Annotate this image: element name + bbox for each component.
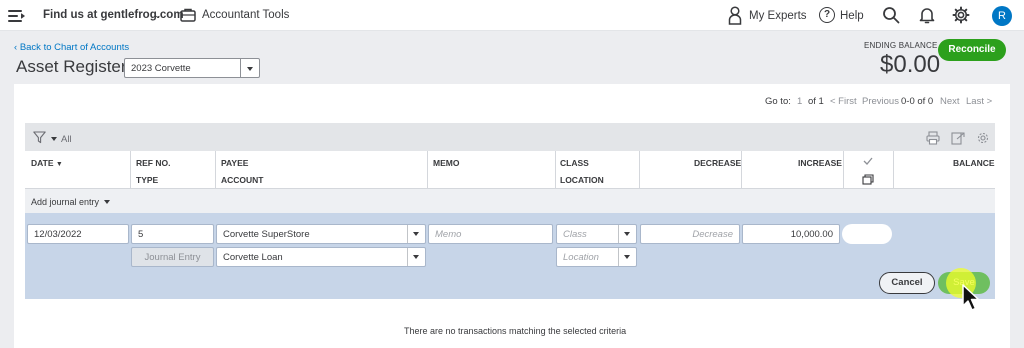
- pager-goto-label: Go to:: [765, 96, 791, 107]
- bell-icon[interactable]: [918, 6, 936, 24]
- page-title: Asset Register: [16, 57, 127, 76]
- reconcile-button[interactable]: Reconcile: [938, 39, 1006, 61]
- top-bar: Find us at gentlefrog.com ⌄ Accountant T…: [0, 0, 1024, 31]
- class-select[interactable]: Class: [556, 224, 637, 244]
- accountant-tools-link[interactable]: Accountant Tools: [202, 9, 289, 21]
- empty-message: There are no transactions matching the s…: [404, 326, 627, 336]
- pager-range: 0-0 of 0: [901, 96, 934, 107]
- column-divider: [741, 151, 742, 189]
- column-date[interactable]: DATE ▼: [31, 158, 63, 168]
- chevron-down-icon[interactable]: [618, 225, 636, 243]
- column-divider: [893, 151, 894, 189]
- payee-select[interactable]: Corvette SuperStore: [216, 224, 426, 244]
- column-class[interactable]: CLASS: [560, 158, 589, 168]
- mouse-pointer-icon: [962, 284, 979, 311]
- column-divider: [843, 151, 844, 189]
- column-ref-no[interactable]: REF NO.: [136, 158, 170, 168]
- column-account[interactable]: ACCOUNT: [221, 175, 264, 185]
- avatar[interactable]: R: [992, 6, 1012, 26]
- help-icon[interactable]: ?: [819, 7, 835, 23]
- gear-icon[interactable]: [952, 6, 970, 24]
- location-select[interactable]: Location: [556, 247, 637, 267]
- ending-balance-label: ENDING BALANCE: [864, 41, 938, 50]
- company-name[interactable]: Find us at gentlefrog.com: [43, 9, 184, 21]
- column-divider: [215, 151, 216, 189]
- pager-of-label: of 1: [808, 96, 824, 107]
- type-field: Journal Entry: [131, 247, 214, 267]
- increase-input[interactable]: 10,000.00: [742, 224, 840, 244]
- filter-bar: [25, 123, 995, 151]
- pager-next-link[interactable]: Next: [940, 96, 960, 107]
- add-journal-entry-button[interactable]: Add journal entry: [31, 197, 99, 207]
- column-type[interactable]: TYPE: [136, 175, 158, 185]
- export-icon[interactable]: [951, 131, 965, 145]
- location-placeholder: Location: [563, 252, 599, 263]
- add-journal-entry-bar: [25, 189, 995, 213]
- briefcase-icon[interactable]: [180, 8, 196, 22]
- column-divider: [639, 151, 640, 189]
- ending-balance-value: $0.00: [880, 51, 941, 78]
- account-select-value: 2023 Corvette: [131, 63, 191, 74]
- filter-caret-icon[interactable]: [51, 137, 57, 141]
- search-icon[interactable]: [882, 6, 900, 24]
- pager-first-link[interactable]: < First: [830, 96, 857, 107]
- column-balance[interactable]: BALANCE: [953, 158, 995, 168]
- settings-icon[interactable]: [976, 131, 990, 145]
- ref-no-input[interactable]: 5: [131, 224, 214, 244]
- print-icon[interactable]: [926, 131, 940, 145]
- back-to-chart-of-accounts-link[interactable]: ‹ Back to Chart of Accounts: [14, 42, 129, 53]
- account-select[interactable]: 2023 Corvette: [124, 58, 260, 78]
- check-icon: [863, 157, 873, 165]
- decrease-input[interactable]: Decrease: [640, 224, 740, 244]
- cancel-button[interactable]: Cancel: [879, 272, 935, 294]
- back-link-label: Back to Chart of Accounts: [19, 42, 130, 53]
- balance-cell: [842, 224, 892, 244]
- pager-page-input[interactable]: 1: [797, 96, 802, 107]
- my-experts-link[interactable]: My Experts: [749, 10, 807, 22]
- account-select[interactable]: Corvette Loan: [216, 247, 426, 267]
- column-date-label: DATE: [31, 158, 54, 168]
- column-divider: [130, 151, 131, 189]
- chevron-down-icon[interactable]: [104, 200, 110, 204]
- filter-label[interactable]: All: [61, 134, 72, 145]
- chevron-down-icon[interactable]: [407, 248, 425, 266]
- payee-value: Corvette SuperStore: [223, 229, 310, 240]
- pager-last-link[interactable]: Last >: [966, 96, 992, 107]
- chevron-down-icon[interactable]: [240, 59, 259, 77]
- copy-icon[interactable]: [862, 174, 874, 185]
- column-decrease[interactable]: DECREASE: [694, 158, 741, 168]
- chevron-down-icon[interactable]: [407, 225, 425, 243]
- memo-input[interactable]: Memo: [428, 224, 553, 244]
- column-increase[interactable]: INCREASE: [798, 158, 842, 168]
- filter-icon[interactable]: [33, 131, 46, 144]
- column-location[interactable]: LOCATION: [560, 175, 604, 185]
- date-input[interactable]: 12/03/2022: [27, 224, 129, 244]
- column-memo[interactable]: MEMO: [433, 158, 459, 168]
- person-icon[interactable]: [728, 6, 742, 25]
- hamburger-icon[interactable]: [8, 10, 25, 22]
- chevron-down-icon[interactable]: ⌄: [154, 10, 162, 21]
- column-payee[interactable]: PAYEE: [221, 158, 248, 168]
- class-placeholder: Class: [563, 229, 587, 240]
- help-link[interactable]: Help: [840, 10, 864, 22]
- chevron-down-icon[interactable]: [618, 248, 636, 266]
- pager-previous-link[interactable]: Previous: [862, 96, 899, 107]
- column-header-row: [25, 151, 995, 189]
- column-divider: [427, 151, 428, 189]
- account-value: Corvette Loan: [223, 252, 283, 263]
- column-divider: [555, 151, 556, 189]
